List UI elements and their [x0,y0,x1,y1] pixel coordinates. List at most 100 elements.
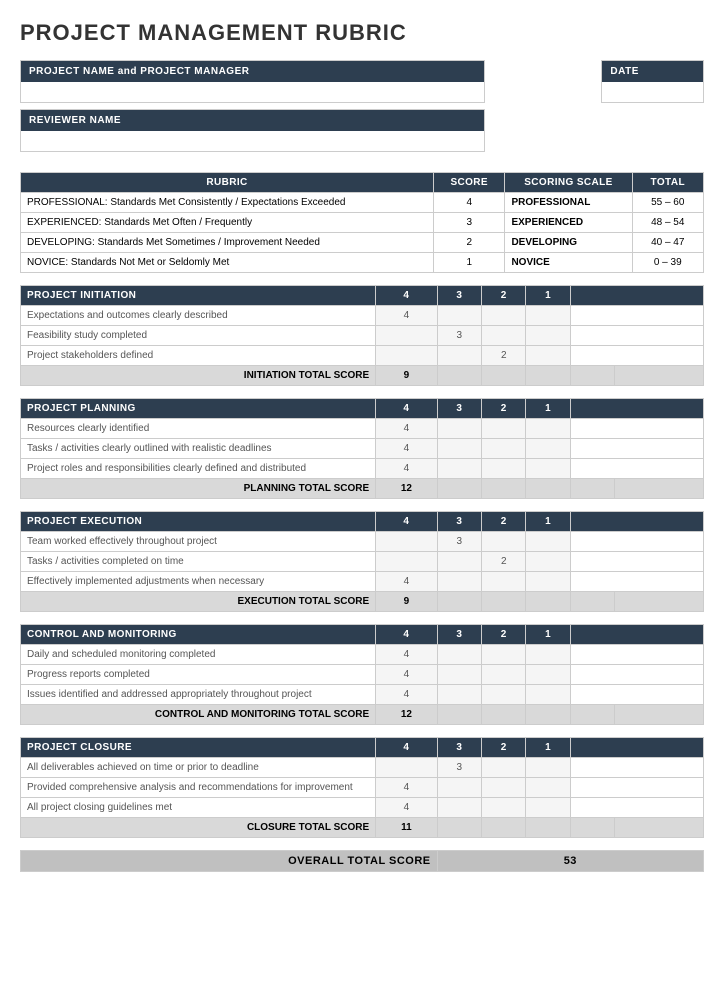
section-h1: 1 [526,625,570,645]
rubric-row: EXPERIENCED: Standards Met Often / Frequ… [21,213,704,233]
section-table: PROJECT CLOSURE 4 3 2 1 All deliverables… [20,737,704,838]
item-s1 [526,645,570,665]
rubric-text: PROFESSIONAL: Standards Met Consistently… [21,193,434,213]
rubric-score: 4 [433,193,504,213]
item-s4: 4 [376,665,437,685]
item-s4: 4 [376,645,437,665]
section-item: Project stakeholders defined 2 [21,346,704,366]
item-s4: 4 [376,778,437,798]
item-s4: 4 [376,685,437,705]
item-s2: 2 [482,346,526,366]
section-item: Progress reports completed 4 [21,665,704,685]
total-value: 11 [376,818,437,838]
project-name-label: PROJECT NAME and PROJECT MANAGER [21,61,484,82]
rubric-scale-table: RUBRIC SCORE SCORING SCALE TOTAL PROFESS… [20,172,704,273]
section-item: Daily and scheduled monitoring completed… [21,645,704,665]
item-s2 [482,306,526,326]
item-s2 [482,419,526,439]
item-label: All deliverables achieved on time or pri… [21,758,376,778]
item-s1 [526,798,570,818]
section-total-row: CONTROL AND MONITORING TOTAL SCORE 12 [21,705,704,725]
scale-total: 55 – 60 [632,193,704,213]
item-s3 [437,459,481,479]
item-s2 [482,459,526,479]
section-header: PROJECT PLANNING 4 3 2 1 [21,399,704,419]
item-s4 [376,326,437,346]
item-label: Team worked effectively throughout proje… [21,532,376,552]
item-s4: 4 [376,572,437,592]
item-label: Provided comprehensive analysis and reco… [21,778,376,798]
item-s2 [482,665,526,685]
section-total-row: PLANNING TOTAL SCORE 12 [21,479,704,499]
item-s4: 4 [376,798,437,818]
item-label: Daily and scheduled monitoring completed [21,645,376,665]
item-label: Resources clearly identified [21,419,376,439]
section-table: CONTROL AND MONITORING 4 3 2 1 Daily and… [20,624,704,725]
item-s1 [526,665,570,685]
section-h4: 4 [376,512,437,532]
item-label: Project roles and responsibilities clear… [21,459,376,479]
section-header: CONTROL AND MONITORING 4 3 2 1 [21,625,704,645]
total-value: 12 [376,705,437,725]
item-s4: 4 [376,439,437,459]
scale-label: PROFESSIONAL [505,193,632,213]
date-label: DATE [602,61,703,82]
rubric-col-header: RUBRIC [21,173,434,193]
section-table: PROJECT INITIATION 4 3 2 1 Expectations … [20,285,704,386]
total-value: 9 [376,592,437,612]
section-total-row: INITIATION TOTAL SCORE 9 [21,366,704,386]
total-label: CONTROL AND MONITORING TOTAL SCORE [21,705,376,725]
section-item: Expectations and outcomes clearly descri… [21,306,704,326]
item-s2 [482,572,526,592]
rubric-score: 1 [433,253,504,273]
item-s4 [376,532,437,552]
item-s2 [482,326,526,346]
section-h1: 1 [526,512,570,532]
scale-label: EXPERIENCED [505,213,632,233]
reviewer-label: REVIEWER NAME [21,110,484,131]
section-total-row: CLOSURE TOTAL SCORE 11 [21,818,704,838]
item-s2 [482,439,526,459]
sections-container: PROJECT INITIATION 4 3 2 1 Expectations … [20,285,704,838]
rubric-row: DEVELOPING: Standards Met Sometimes / Im… [21,233,704,253]
scale-total: 40 – 47 [632,233,704,253]
scale-label: DEVELOPING [505,233,632,253]
top-left: PROJECT NAME and PROJECT MANAGER REVIEWE… [20,60,485,158]
item-s1 [526,326,570,346]
section-name: PROJECT EXECUTION [21,512,376,532]
project-name-value[interactable] [21,82,484,102]
section-h1: 1 [526,286,570,306]
total-label: INITIATION TOTAL SCORE [21,366,376,386]
item-label: All project closing guidelines met [21,798,376,818]
item-s1 [526,306,570,326]
item-s2 [482,798,526,818]
rubric-score: 3 [433,213,504,233]
item-s2 [482,685,526,705]
total-label: PLANNING TOTAL SCORE [21,479,376,499]
section-h2: 2 [482,512,526,532]
section-name: PROJECT INITIATION [21,286,376,306]
item-label: Tasks / activities completed on time [21,552,376,572]
item-s1 [526,459,570,479]
rubric-text: NOVICE: Standards Not Met or Seldomly Me… [21,253,434,273]
item-label: Feasibility study completed [21,326,376,346]
reviewer-value[interactable] [21,131,484,151]
total-col-header: TOTAL [632,173,704,193]
item-label: Progress reports completed [21,665,376,685]
item-s3 [437,778,481,798]
top-section: PROJECT NAME and PROJECT MANAGER REVIEWE… [20,60,704,158]
reviewer-box: REVIEWER NAME [20,109,485,152]
section-h2: 2 [482,738,526,758]
section-h4: 4 [376,738,437,758]
date-value[interactable] [602,82,703,102]
item-s3 [437,439,481,459]
section-h3: 3 [437,738,481,758]
section-h3: 3 [437,286,481,306]
item-s4: 4 [376,306,437,326]
rubric-text: EXPERIENCED: Standards Met Often / Frequ… [21,213,434,233]
section-h3: 3 [437,512,481,532]
project-name-box: PROJECT NAME and PROJECT MANAGER [20,60,485,103]
item-s3 [437,572,481,592]
section-name: CONTROL AND MONITORING [21,625,376,645]
section-item: Project roles and responsibilities clear… [21,459,704,479]
